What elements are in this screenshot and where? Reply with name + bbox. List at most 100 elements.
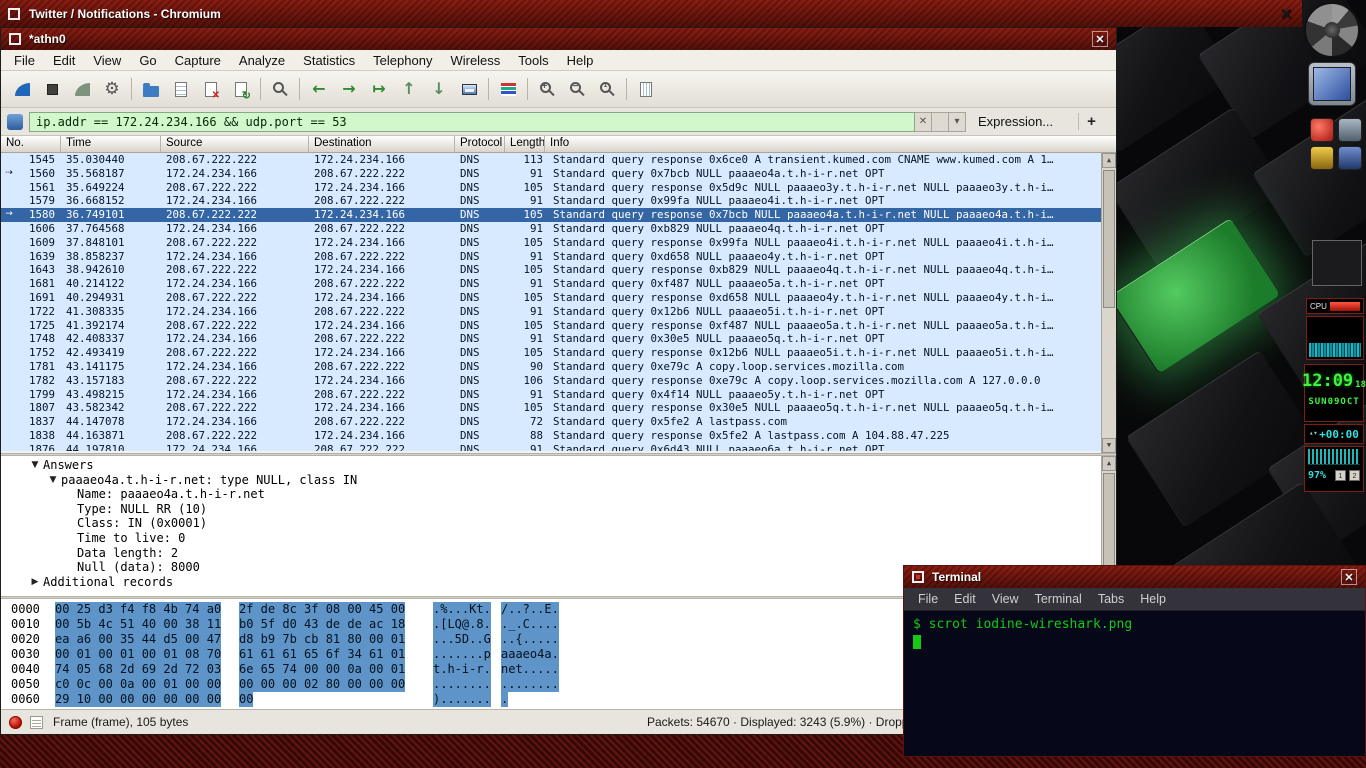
hex-bytes[interactable]: 74 05 68 2d 69 2d 72 03	[55, 662, 222, 677]
coloring-rules-button[interactable]	[493, 75, 523, 103]
packet-row[interactable]: → 1580 36.749101 208.67.222.222 172.24.23…	[1, 208, 1101, 222]
detail-line[interactable]: Data length: 2	[1, 546, 1101, 561]
go-to-packet-button[interactable]	[364, 75, 394, 103]
hex-bytes[interactable]: 00 5b 4c 51 40 00 38 11	[55, 617, 222, 632]
dock-small-icon-4[interactable]	[1338, 146, 1362, 170]
go-last-packet-button[interactable]	[424, 75, 454, 103]
terminal-menu-file[interactable]: File	[910, 592, 946, 606]
column-info[interactable]: Info	[545, 136, 1116, 152]
detail-line[interactable]: Class: IN (0x0001)	[1, 516, 1101, 531]
wireshark-close-button[interactable]: ✕	[1092, 31, 1108, 47]
zoom-in-button[interactable]	[532, 75, 562, 103]
hex-bytes[interactable]: 2f de 8c 3f 08 00 45 00	[239, 602, 406, 617]
resize-columns-button[interactable]	[631, 75, 661, 103]
wireshark-titlebar[interactable]: *athn0 ✕	[1, 28, 1116, 50]
hex-ascii[interactable]: ..{.....	[501, 632, 559, 647]
terminal-menu-view[interactable]: View	[984, 592, 1027, 606]
filter-bookmark-icon[interactable]	[7, 113, 23, 130]
detail-line[interactable]: ▼ Answers	[1, 458, 1101, 473]
chromium-close-button[interactable]: ✕	[1278, 6, 1294, 23]
filter-input[interactable]: ip.addr == 172.24.234.166 && udp.port ==…	[29, 111, 915, 132]
workspace-2-button[interactable]: 2	[1349, 470, 1360, 481]
dock-small-icon-3[interactable]	[1310, 146, 1334, 170]
detail-line[interactable]: ▼ paaaeo4a.t.h-i-r.net: type NULL, class…	[1, 473, 1101, 488]
expander-icon[interactable]: ▶	[27, 575, 43, 590]
ws-menu-go[interactable]: Go	[130, 53, 165, 68]
filter-dropdown-icon[interactable]: ▾	[949, 111, 966, 132]
hex-ascii[interactable]: ........	[433, 677, 491, 692]
scroll-up-icon[interactable]: ▲	[1102, 153, 1116, 168]
hex-ascii[interactable]: ...5D..G	[433, 632, 491, 647]
hex-bytes[interactable]: 00	[239, 692, 254, 707]
close-capture-button[interactable]	[196, 75, 226, 103]
packet-row[interactable]: 1545 35.030440 208.67.222.222 172.24.234…	[1, 153, 1101, 167]
column-no[interactable]: No.	[1, 136, 61, 152]
packet-row[interactable]: 1579 36.668152 172.24.234.166 208.67.222…	[1, 194, 1101, 209]
packet-list-scrollbar[interactable]: ▲ ▼	[1101, 153, 1116, 453]
go-forward-button[interactable]	[334, 75, 364, 103]
expert-info-icon[interactable]	[9, 715, 22, 729]
terminal-content[interactable]: $ scrot iodine-wireshark.png	[904, 611, 1365, 756]
terminal-menu-tabs[interactable]: Tabs	[1090, 592, 1132, 606]
hex-ascii[interactable]: .	[501, 692, 509, 707]
hex-bytes[interactable]: b0 5f d0 43 de de ac 18	[239, 617, 406, 632]
packet-row[interactable]: 1838 44.163871 208.67.222.222 172.24.234…	[1, 428, 1101, 443]
detail-line[interactable]: Type: NULL RR (10)	[1, 502, 1101, 517]
chromium-titlebar[interactable]: Twitter / Notifications - Chromium ✕	[0, 0, 1302, 27]
ws-menu-file[interactable]: File	[5, 53, 44, 68]
hex-bytes[interactable]: 00 01 00 01 00 01 08 70	[55, 647, 222, 662]
open-capture-button[interactable]	[136, 75, 166, 103]
hex-ascii[interactable]: .%...Kt.	[433, 602, 491, 617]
scrollbar-thumb[interactable]	[1103, 170, 1115, 308]
hex-bytes[interactable]: 6e 65 74 00 00 0a 00 01	[239, 662, 406, 677]
packet-row[interactable]: ⇢ 1560 35.568187 172.24.234.166 208.67.22…	[1, 166, 1101, 181]
hex-bytes[interactable]: 61 61 61 65 6f 34 61 01	[239, 647, 406, 662]
hex-ascii[interactable]: t.h-i-r.	[433, 662, 491, 677]
scrollbar-thumb[interactable]	[1103, 473, 1115, 579]
packet-row[interactable]: 1876 44.197810 172.24.234.166 208.67.222…	[1, 442, 1101, 451]
column-source[interactable]: Source	[161, 136, 309, 152]
hex-ascii[interactable]: .[LQ@.8.	[433, 617, 491, 632]
capture-options-button[interactable]	[97, 75, 127, 103]
column-time[interactable]: Time	[61, 136, 161, 152]
hex-bytes[interactable]: c0 0c 00 0a 00 01 00 00	[55, 677, 222, 692]
hex-ascii[interactable]: .......p	[433, 647, 491, 662]
terminal-menu-help[interactable]: Help	[1132, 592, 1174, 606]
ws-menu-capture[interactable]: Capture	[166, 53, 230, 68]
zoom-out-button[interactable]	[562, 75, 592, 103]
column-length[interactable]: Length	[505, 136, 545, 152]
find-packet-button[interactable]	[265, 75, 295, 103]
detail-line[interactable]: Time to live: 0	[1, 531, 1101, 546]
packet-list-header[interactable]: No. Time Source Destination Protocol Len…	[1, 136, 1116, 153]
packet-row[interactable]: 1609 37.848101 208.67.222.222 172.24.234…	[1, 235, 1101, 250]
go-back-button[interactable]	[304, 75, 334, 103]
scroll-down-icon[interactable]: ▼	[1102, 438, 1116, 453]
packet-row[interactable]: 1837 44.147078 172.24.234.166 208.67.222…	[1, 415, 1101, 429]
timezone-arrows-icon[interactable]: ▴▾	[1309, 430, 1317, 437]
terminal-close-button[interactable]: ✕	[1341, 569, 1357, 585]
packet-row[interactable]: 1643 38.942610 208.67.222.222 172.24.234…	[1, 263, 1101, 278]
auto-scroll-button[interactable]	[454, 75, 484, 103]
ws-menu-help[interactable]: Help	[558, 53, 603, 68]
capture-stop-button[interactable]	[37, 75, 67, 103]
ws-menu-edit[interactable]: Edit	[44, 53, 84, 68]
zoom-100-button[interactable]	[592, 75, 622, 103]
packet-row[interactable]: 1782 43.157183 208.67.222.222 172.24.234…	[1, 373, 1101, 388]
packet-row[interactable]: 1799 43.498215 172.24.234.166 208.67.222…	[1, 387, 1101, 402]
packet-row[interactable]: 1725 41.392174 208.67.222.222 172.24.234…	[1, 318, 1101, 333]
hex-ascii[interactable]: ).......	[433, 692, 491, 707]
packet-row[interactable]: 1639 38.858237 172.24.234.166 208.67.222…	[1, 249, 1101, 264]
hex-bytes[interactable]: 00 25 d3 f4 f8 4b 74 a0	[55, 602, 222, 617]
terminal-menu-edit[interactable]: Edit	[946, 592, 984, 606]
expander-icon[interactable]: ▼	[45, 473, 61, 488]
dock-small-icon-1[interactable]	[1310, 118, 1334, 142]
packet-row[interactable]: 1722 41.308335 172.24.234.166 208.67.222…	[1, 304, 1101, 319]
packet-row[interactable]: 1781 43.141175 172.24.234.166 208.67.222…	[1, 359, 1101, 374]
reload-capture-button[interactable]	[226, 75, 256, 103]
computer-monitor-icon[interactable]	[1308, 62, 1356, 106]
expander-icon[interactable]: ▼	[27, 458, 43, 473]
packet-row[interactable]: 1691 40.294931 208.67.222.222 172.24.234…	[1, 290, 1101, 305]
workspace-1-button[interactable]: 1	[1335, 470, 1346, 481]
ws-menu-analyze[interactable]: Analyze	[230, 53, 294, 68]
detail-line[interactable]: Name: paaaeo4a.t.h-i-r.net	[1, 487, 1101, 502]
